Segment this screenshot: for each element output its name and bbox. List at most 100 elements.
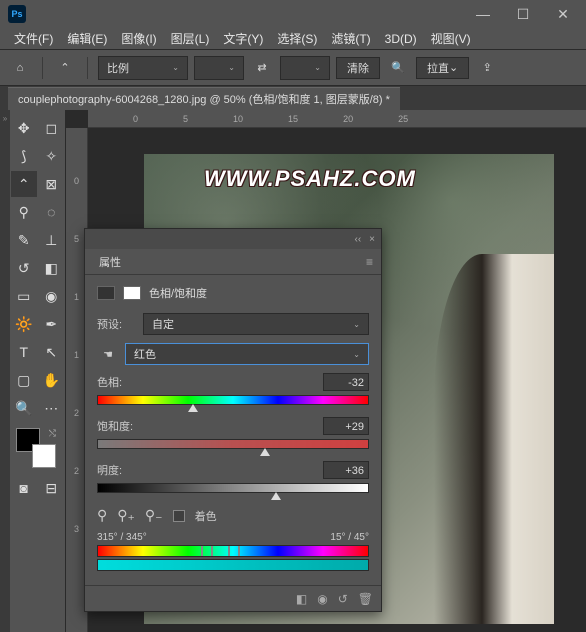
color-swatches[interactable]: ⤭: [16, 428, 56, 468]
colorize-label: 着色: [195, 508, 217, 524]
share-icon[interactable]: ⇪: [475, 56, 499, 80]
clear-button[interactable]: 清除: [336, 57, 380, 79]
delete-icon[interactable]: 🗑: [358, 592, 373, 606]
screen-mode-tool[interactable]: ⊟: [39, 475, 65, 501]
minimize-button[interactable]: —: [468, 6, 498, 23]
eraser-tool[interactable]: ◧: [39, 255, 65, 281]
adjustment-header: 色相/饱和度: [97, 285, 369, 301]
color-range-spectrum[interactable]: [97, 545, 369, 557]
hand-tool[interactable]: ✋: [39, 367, 65, 393]
stamp-tool[interactable]: ⊥: [39, 227, 65, 253]
type-tool[interactable]: T: [11, 339, 37, 365]
frame-tool[interactable]: ⊠: [39, 171, 65, 197]
crop-tool-icon[interactable]: ⌃: [53, 56, 77, 80]
titlebar: Ps — ☐ ✕: [0, 0, 586, 28]
more-tools[interactable]: ⋯: [39, 395, 65, 421]
panel-collapse-strip[interactable]: »: [0, 110, 10, 632]
lightness-slider[interactable]: [97, 483, 369, 493]
hue-slider-thumb[interactable]: [188, 404, 198, 412]
gradient-tool[interactable]: ▭: [11, 283, 37, 309]
straighten-button[interactable]: 拉直 ⌄: [416, 57, 469, 79]
search-icon[interactable]: 🔍: [386, 56, 410, 80]
document-tab[interactable]: couplephotography-6004268_1280.jpg @ 50%…: [8, 87, 400, 110]
properties-tab[interactable]: 属性: [93, 250, 127, 274]
menu-layer[interactable]: 图层(L): [165, 28, 216, 49]
menu-view[interactable]: 视图(V): [425, 28, 477, 49]
blur-tool[interactable]: ◉: [39, 283, 65, 309]
watermark-text: WWW.PSAHZ.COM: [204, 166, 416, 192]
properties-panel: ‹‹ × 属性 ≡ 色相/饱和度 预设: 自定⌄ ☚ 红色⌄: [84, 228, 382, 612]
saturation-value[interactable]: +29: [323, 417, 369, 435]
menubar: 文件(F) 编辑(E) 图像(I) 图层(L) 文字(Y) 选择(S) 滤镜(T…: [0, 28, 586, 50]
range-left-label: 315° / 345°: [97, 532, 147, 543]
image-subject: [434, 254, 554, 624]
saturation-slider-thumb[interactable]: [260, 448, 270, 456]
reset-icon[interactable]: ↺: [338, 592, 348, 606]
colorize-checkbox[interactable]: [173, 510, 185, 522]
view-previous-icon[interactable]: ◉: [317, 592, 327, 606]
menu-select[interactable]: 选择(S): [271, 28, 323, 49]
width-input[interactable]: ⌄: [194, 56, 244, 80]
maximize-button[interactable]: ☐: [508, 6, 538, 23]
toolbar: ✥◻ ⟆✧ ⌃⊠ ⚲◌ ✎⊥ ↺◧ ▭◉ 🔆✒ T↖ ▢✋ 🔍⋯ ⤭ ◙⊟: [10, 110, 66, 632]
patch-tool[interactable]: ◌: [39, 199, 65, 225]
workspace: » ✥◻ ⟆✧ ⌃⊠ ⚲◌ ✎⊥ ↺◧ ▭◉ 🔆✒ T↖ ▢✋ 🔍⋯ ⤭ ◙⊟ …: [0, 110, 586, 632]
color-range-output: [97, 559, 369, 571]
eyedropper-icon[interactable]: ⚲: [97, 507, 107, 524]
panel-close-icon[interactable]: ×: [369, 234, 375, 245]
crop-tool[interactable]: ⌃: [11, 171, 37, 197]
pen-tool[interactable]: ✒: [39, 311, 65, 337]
lasso-tool[interactable]: ⟆: [11, 143, 37, 169]
menu-file[interactable]: 文件(F): [8, 28, 59, 49]
dodge-tool[interactable]: 🔆: [11, 311, 37, 337]
panel-tabs: 属性 ≡: [85, 249, 381, 275]
height-input[interactable]: ⌄: [280, 56, 330, 80]
adjustment-title: 色相/饱和度: [149, 285, 207, 301]
mask-icon[interactable]: [123, 286, 141, 300]
adjustment-icon: [97, 286, 115, 300]
lightness-slider-thumb[interactable]: [271, 492, 281, 500]
menu-image[interactable]: 图像(I): [115, 28, 162, 49]
menu-edit[interactable]: 编辑(E): [61, 28, 113, 49]
eyedropper-subtract-icon[interactable]: ⚲₋: [145, 507, 163, 524]
history-brush-tool[interactable]: ↺: [11, 255, 37, 281]
lightness-value[interactable]: +36: [323, 461, 369, 479]
panel-menu-icon[interactable]: ≡: [366, 255, 373, 269]
preset-label: 预设:: [97, 316, 137, 332]
clip-to-layer-icon[interactable]: ◧: [296, 592, 307, 606]
lightness-label: 明度:: [97, 462, 122, 478]
eyedropper-tool[interactable]: ⚲: [11, 199, 37, 225]
move-tool[interactable]: ✥: [11, 115, 37, 141]
hue-label: 色相:: [97, 374, 122, 390]
zoom-tool[interactable]: 🔍: [11, 395, 37, 421]
ratio-dropdown[interactable]: 比例⌄: [98, 56, 188, 80]
panel-header[interactable]: ‹‹ ×: [85, 229, 381, 249]
swap-dimensions-icon[interactable]: ⇄: [250, 56, 274, 80]
home-icon[interactable]: ⌂: [8, 56, 32, 80]
preset-dropdown[interactable]: 自定⌄: [143, 313, 369, 335]
channel-dropdown[interactable]: 红色⌄: [125, 343, 369, 365]
panel-collapse-icon[interactable]: ‹‹: [354, 234, 361, 245]
canvas-area: 0510152025 0511223 WWW.PSAHZ.COM ‹‹ × 属性…: [66, 110, 586, 632]
brush-tool[interactable]: ✎: [11, 227, 37, 253]
saturation-label: 饱和度:: [97, 418, 133, 434]
saturation-slider[interactable]: [97, 439, 369, 449]
menu-filter[interactable]: 滤镜(T): [325, 28, 376, 49]
shape-tool[interactable]: ▢: [11, 367, 37, 393]
menu-type[interactable]: 文字(Y): [217, 28, 269, 49]
close-button[interactable]: ✕: [548, 6, 578, 23]
swap-colors-icon[interactable]: ⤭: [49, 428, 56, 439]
eyedropper-add-icon[interactable]: ⚲₊: [117, 507, 135, 524]
range-right-label: 15° / 45°: [330, 532, 369, 543]
wand-tool[interactable]: ✧: [39, 143, 65, 169]
quickmask-tool[interactable]: ◙: [11, 475, 37, 501]
window-controls: — ☐ ✕: [468, 6, 578, 23]
document-tabs: couplephotography-6004268_1280.jpg @ 50%…: [0, 86, 586, 110]
target-adjust-icon[interactable]: ☚: [97, 343, 119, 365]
hue-value[interactable]: -32: [323, 373, 369, 391]
path-tool[interactable]: ↖: [39, 339, 65, 365]
background-color[interactable]: [32, 444, 56, 468]
marquee-tool[interactable]: ◻: [39, 115, 65, 141]
hue-slider[interactable]: [97, 395, 369, 405]
menu-3d[interactable]: 3D(D): [379, 30, 423, 48]
